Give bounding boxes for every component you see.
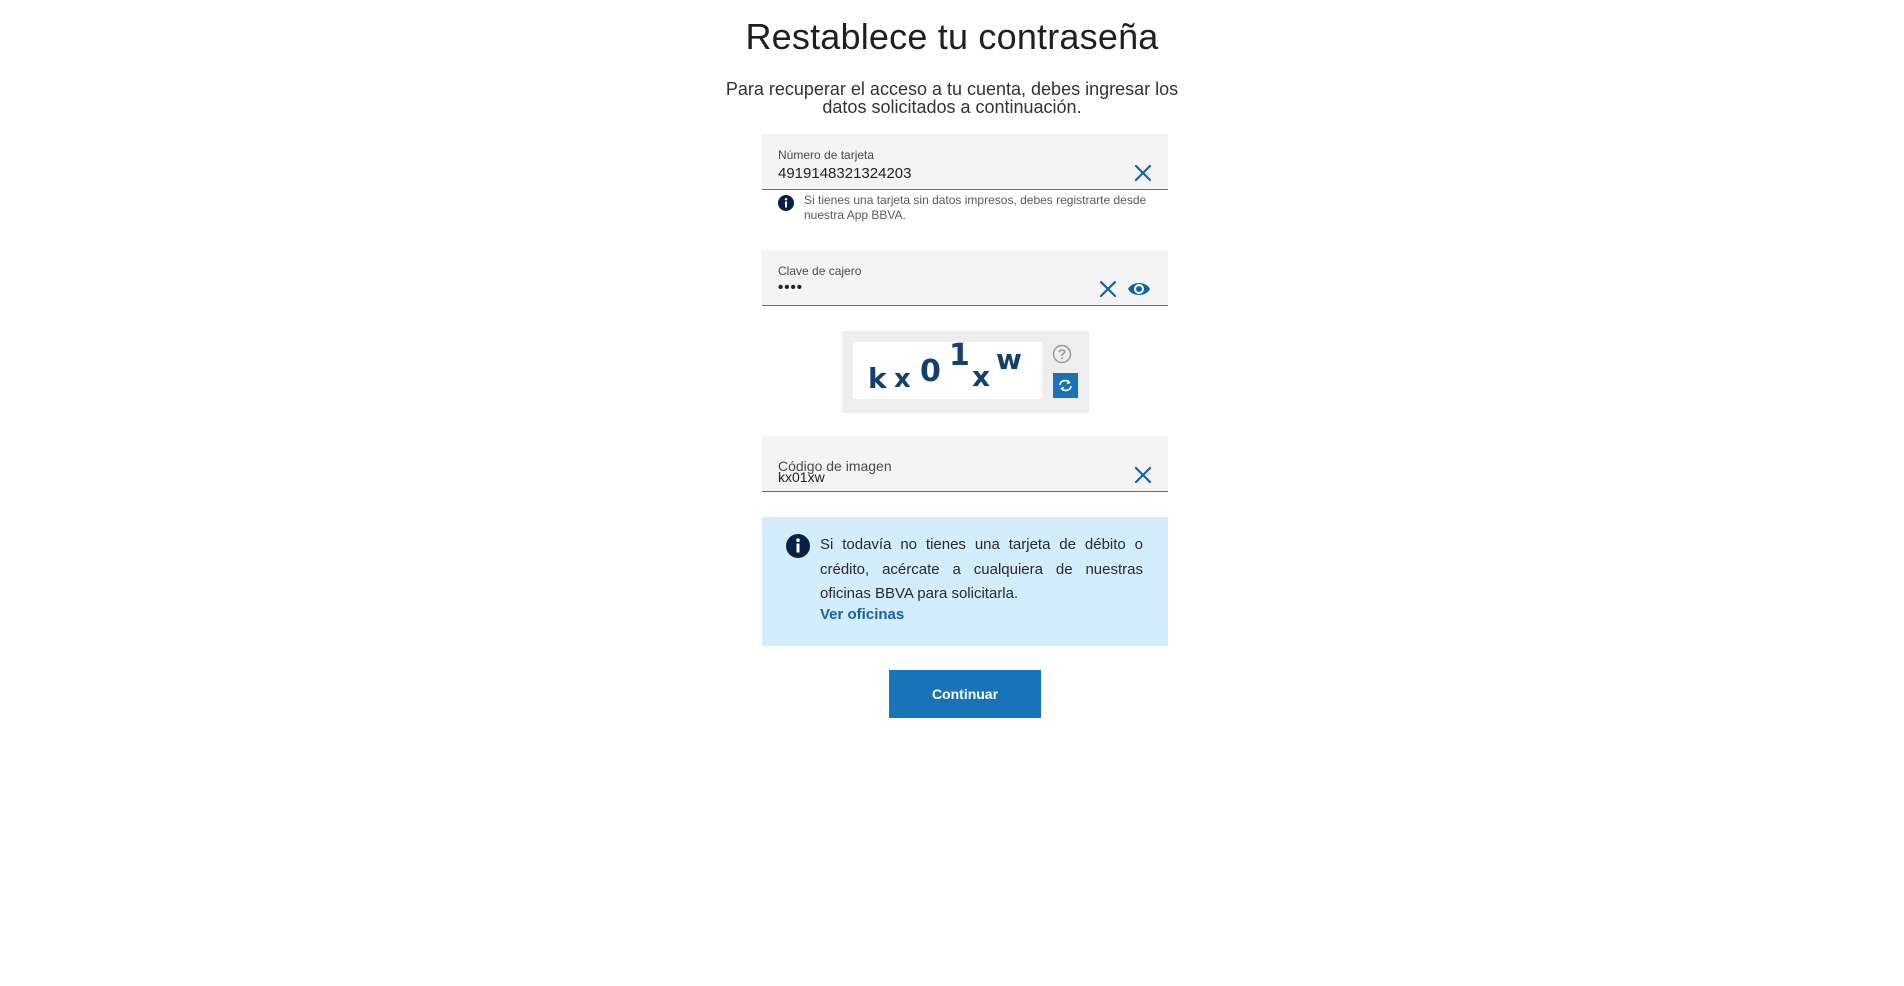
info-box: Si todavía no tienes una tarjeta de débi… <box>762 517 1168 646</box>
card-number-field[interactable]: Número de tarjeta <box>762 134 1168 190</box>
close-icon[interactable] <box>1096 277 1120 301</box>
image-code-field[interactable]: Código de imagen <box>762 436 1168 492</box>
eye-icon[interactable] <box>1127 277 1151 301</box>
refresh-icon[interactable] <box>1053 373 1078 398</box>
question-icon[interactable] <box>1052 344 1072 364</box>
captcha-char: k <box>868 362 887 395</box>
image-code-input[interactable] <box>778 469 1078 485</box>
card-number-label: Número de tarjeta <box>778 148 875 162</box>
pin-field[interactable]: Clave de cajero •••• <box>762 250 1168 306</box>
info-icon <box>786 534 810 563</box>
info-icon <box>778 195 794 215</box>
captcha-char: 0 <box>920 354 941 389</box>
pin-label: Clave de cajero <box>778 264 862 278</box>
ver-oficinas-link[interactable]: Ver oficinas <box>820 606 904 623</box>
close-icon[interactable] <box>1131 161 1155 185</box>
info-text: Si todavía no tienes una tarjeta de débi… <box>820 536 1143 602</box>
card-number-input[interactable] <box>778 165 1078 182</box>
card-number-hint-text: Si tienes una tarjeta sin datos impresos… <box>804 193 1147 222</box>
continue-button[interactable]: Continuar <box>889 670 1041 718</box>
close-icon[interactable] <box>1131 463 1155 487</box>
page-title: Restablece tu contraseña <box>745 16 1159 57</box>
captcha-image: k x 0 1 x w <box>853 338 1042 399</box>
captcha-char: 1 <box>949 338 970 373</box>
captcha-char: x <box>894 364 911 394</box>
pin-input[interactable]: •••• <box>778 279 1078 296</box>
page-subtitle: Para recuperar el acceso a tu cuenta, de… <box>725 79 1179 117</box>
captcha-char: x <box>972 360 991 393</box>
captcha-box: k x 0 1 x w <box>842 331 1089 413</box>
captcha-char: w <box>996 343 1022 376</box>
